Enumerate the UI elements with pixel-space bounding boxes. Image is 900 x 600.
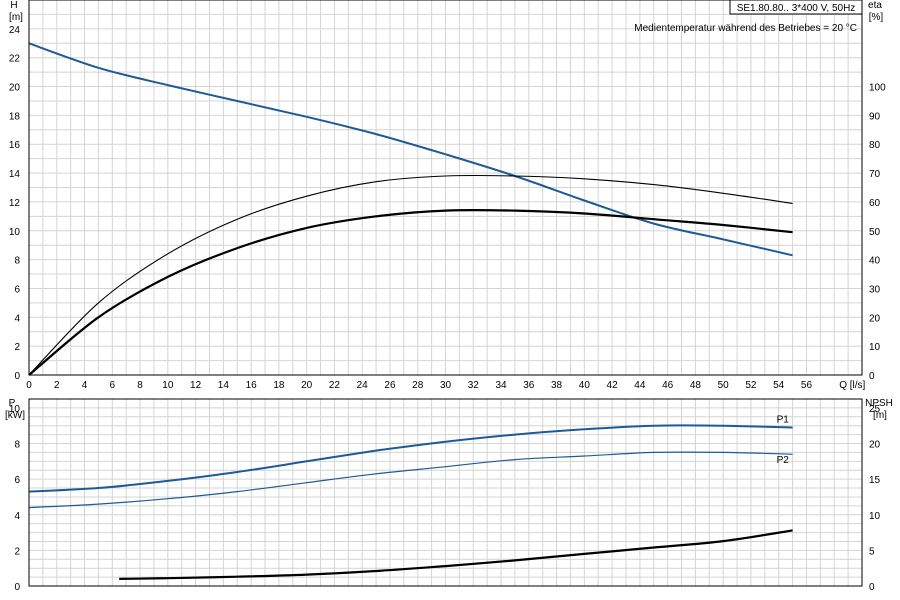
head-curve bbox=[28, 42, 793, 257]
y-right-tick-label: 30 bbox=[869, 284, 881, 295]
x-tick-label: 22 bbox=[329, 380, 341, 391]
x-tick-label: 30 bbox=[440, 380, 452, 391]
y-left-tick-label: 24 bbox=[9, 25, 21, 36]
p-tick-label: 8 bbox=[14, 440, 20, 451]
npsh-tick-label: 0 bbox=[869, 582, 875, 593]
npsh-axis-label: NPSH bbox=[865, 398, 893, 409]
p-tick-label: 6 bbox=[14, 475, 20, 486]
x-tick-label: 18 bbox=[273, 380, 285, 391]
x-tick-label: 56 bbox=[801, 380, 813, 391]
x-tick-label: 24 bbox=[357, 380, 369, 391]
info-box-text: SE1.80.80.. 3*400 V, 50Hz bbox=[737, 3, 856, 14]
npsh-axis-unit: [m] bbox=[873, 410, 887, 421]
series-label-p2: P2 bbox=[777, 455, 790, 466]
x-tick-label: 40 bbox=[579, 380, 591, 391]
x-tick-label: 54 bbox=[773, 380, 785, 391]
y-right-tick-label: 60 bbox=[869, 198, 881, 209]
x-tick-label: 34 bbox=[495, 380, 507, 391]
x-tick-label: 10 bbox=[162, 380, 174, 391]
y-right-tick-label: 0 bbox=[869, 371, 875, 382]
x-tick-label: 38 bbox=[551, 380, 563, 391]
y-left-tick-label: 4 bbox=[14, 313, 20, 324]
y-right-tick-label: 90 bbox=[869, 111, 881, 122]
chart-canvas: P1P20 2 4 6 8 10 12 14 16 18 20 22 24 26 28 30 32 34 36 38 4… bbox=[5, 0, 893, 593]
x-tick-label: 46 bbox=[662, 380, 674, 391]
p-tick-label: 2 bbox=[14, 546, 20, 557]
x-tick-label: 2 bbox=[54, 380, 60, 391]
y-left-tick-label: 2 bbox=[14, 342, 20, 353]
y-left-tick-label: 6 bbox=[14, 284, 20, 295]
y-left-tick-label: 20 bbox=[9, 83, 21, 94]
pump-performance-chart: P1 P2 0 2 4 6 8 10 12 14 16 18 20 22 24 26 28 30 32 34 36 38 4… bbox=[0, 0, 900, 600]
efficiency-curve-total bbox=[28, 174, 793, 376]
y-left-axis-label: H bbox=[10, 0, 17, 11]
y-left-tick-label: 16 bbox=[9, 140, 21, 151]
y-left-tick-label: 0 bbox=[14, 371, 20, 382]
x-tick-label: 20 bbox=[301, 380, 313, 391]
y-right-axis-unit: [%] bbox=[869, 12, 884, 23]
labels-layer: P1P20 2 4 6 8 10 12 14 16 18 20 22 24 26 28 30 32 34 36 38 4… bbox=[5, 0, 893, 593]
p-tick-label: 4 bbox=[14, 511, 20, 522]
power-curve-p2 bbox=[28, 451, 793, 509]
x-tick-label: 50 bbox=[718, 380, 730, 391]
x-axis-label: Q [l/s] bbox=[839, 380, 865, 391]
y-right-tick-label: 50 bbox=[869, 227, 881, 238]
x-tick-label: 6 bbox=[110, 380, 116, 391]
x-tick-label: 4 bbox=[82, 380, 88, 391]
temperature-annotation: Medientemperatur während des Betriebes =… bbox=[634, 23, 857, 34]
npsh-tick-label: 5 bbox=[869, 546, 875, 557]
y-left-axis-unit: [m] bbox=[9, 12, 23, 23]
x-tick-label: 26 bbox=[384, 380, 396, 391]
x-tick-label: 42 bbox=[607, 380, 619, 391]
series-label-p1: P1 bbox=[777, 414, 790, 425]
power-curve-p1 bbox=[28, 424, 793, 493]
y-right-tick-label: 100 bbox=[869, 83, 886, 94]
y-left-tick-label: 22 bbox=[9, 54, 21, 65]
efficiency-curve-pump bbox=[28, 208, 793, 376]
y-right-tick-label: 10 bbox=[869, 342, 881, 353]
p-axis-unit: [kW] bbox=[5, 410, 25, 421]
x-tick-label: 12 bbox=[190, 380, 202, 391]
y-left-tick-label: 12 bbox=[9, 198, 21, 209]
x-tick-label: 36 bbox=[523, 380, 535, 391]
grid-layer bbox=[28, 0, 863, 587]
x-tick-label: 44 bbox=[634, 380, 646, 391]
x-tick-label: 14 bbox=[218, 380, 230, 391]
curves-layer bbox=[28, 42, 793, 580]
y-left-tick-label: 18 bbox=[9, 111, 21, 122]
y-right-tick-label: 80 bbox=[869, 140, 881, 151]
y-left-tick-label: 10 bbox=[9, 227, 21, 238]
p-tick-label: 0 bbox=[14, 582, 20, 593]
x-tick-label: 52 bbox=[745, 380, 757, 391]
y-right-tick-label: 40 bbox=[869, 256, 881, 267]
x-tick-label: 16 bbox=[246, 380, 258, 391]
y-left-tick-label: 14 bbox=[9, 169, 21, 180]
x-tick-label: 48 bbox=[690, 380, 702, 391]
x-tick-label: 8 bbox=[137, 380, 143, 391]
y-right-tick-label: 70 bbox=[869, 169, 881, 180]
x-tick-label: 28 bbox=[412, 380, 424, 391]
y-right-tick-label: 20 bbox=[869, 313, 881, 324]
x-tick-label: 0 bbox=[26, 380, 32, 391]
npsh-tick-label: 10 bbox=[869, 511, 881, 522]
x-tick-label: 32 bbox=[468, 380, 480, 391]
p-axis-label: P bbox=[9, 398, 16, 409]
npsh-curve bbox=[119, 529, 793, 580]
y-right-axis-label: eta bbox=[868, 0, 882, 11]
y-left-tick-label: 8 bbox=[14, 256, 20, 267]
npsh-tick-label: 15 bbox=[869, 475, 881, 486]
npsh-tick-label: 20 bbox=[869, 440, 881, 451]
